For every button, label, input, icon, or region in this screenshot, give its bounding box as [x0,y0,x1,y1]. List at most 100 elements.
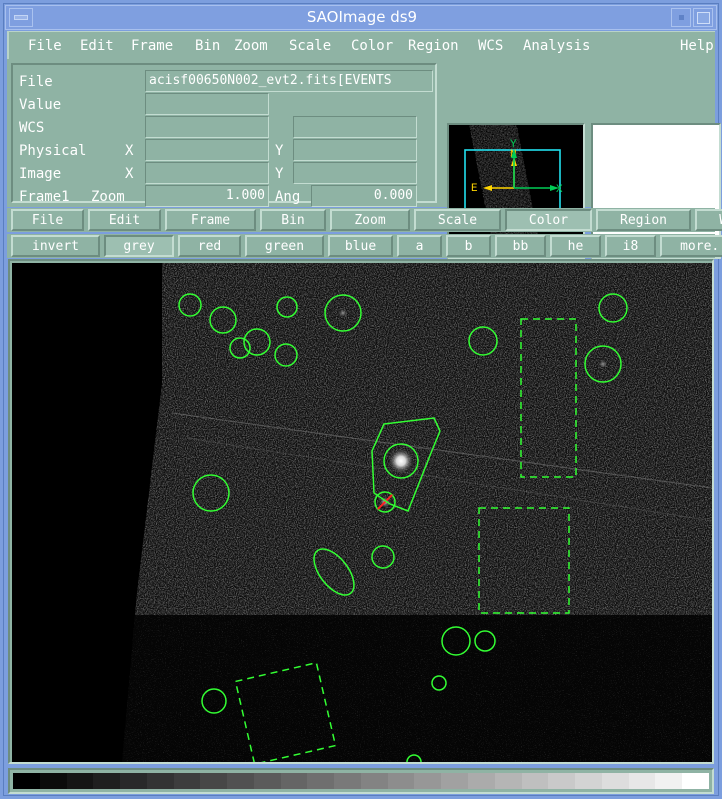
menu-bin[interactable]: Bin [190,36,225,56]
button-green[interactable]: green [245,235,324,257]
colorbar-step-20 [548,773,576,789]
info-label-image: Image [19,166,62,182]
colorbar-step-8 [227,773,254,789]
info-field-image[interactable] [145,162,269,184]
colorbar-step-23 [628,773,656,789]
info-field-ang[interactable]: 0.000 [311,185,417,207]
menu-color[interactable]: Color [346,36,398,56]
info-label-file: File [19,74,53,90]
menu-wcs[interactable]: WCS [473,36,508,56]
button-red[interactable]: red [178,235,241,257]
button-i8[interactable]: i8 [605,235,656,257]
menu-file[interactable]: File [23,36,67,56]
menu-zoom[interactable]: Zoom [229,36,273,56]
info-label-physical: Physical [19,143,87,159]
colorbar-step-17 [468,773,495,789]
button-zoom[interactable]: Zoom [330,209,410,231]
button-b[interactable]: b [446,235,491,257]
shade-icon [679,15,684,20]
button-bb[interactable]: bb [495,235,546,257]
image-canvas[interactable] [12,263,712,762]
colorbar-step-12 [334,773,361,789]
colorbar-step-3 [93,773,121,789]
window-title: SAOImage ds9 [306,8,418,26]
panner-y-axis-label: Y [510,139,517,151]
info-field-wcs-second[interactable] [293,116,417,138]
colorbar-step-10 [280,773,308,789]
button-row-primary: FileEditFrameBinZoomScaleColorRegionWCS [7,208,722,232]
button-scale[interactable]: Scale [414,209,501,231]
minimize-icon [14,15,28,20]
colorbar-step-5 [146,773,174,789]
info-field-image-y[interactable] [293,162,417,184]
menu-bar: File Edit Frame Bin Zoom Scale Color Region WCS A… [7,31,715,59]
info-field-physical[interactable] [145,139,269,161]
info-field-value[interactable] [145,93,269,115]
colorbar-step-2 [66,773,94,789]
colorbar-step-4 [120,773,147,789]
colorbar-step-0 [13,773,40,789]
minimize-button[interactable] [9,8,33,27]
button-more[interactable]: more... [660,235,722,257]
ds9-window: SAOImage ds9 File Edit Frame Bin Zoom Scale Co… [0,0,722,799]
button-frame[interactable]: Frame [165,209,256,231]
info-label-image-x: X [125,166,134,182]
info-label-image-y: Y [275,166,284,182]
maximize-button[interactable] [693,8,713,27]
info-field-file[interactable]: acisf00650N002_evt2.fits[EVENTS [145,70,433,92]
colorbar-step-14 [387,773,415,789]
button-invert[interactable]: invert [11,235,100,257]
button-blue[interactable]: blue [328,235,393,257]
info-label-wcs: WCS [19,120,45,136]
button-edit[interactable]: Edit [88,209,161,231]
info-label-zoom: Zoom [91,189,125,205]
colorbar-step-16 [441,773,469,789]
menu-help[interactable]: Help [675,36,719,56]
button-he[interactable]: he [550,235,601,257]
info-label-physical-x: X [125,143,134,159]
button-color[interactable]: Color [505,209,592,231]
info-panel-area: File acisf00650N002_evt2.fits[EVENTS Value… [7,59,721,280]
button-a[interactable]: a [397,235,442,257]
panner-east-label: E [471,183,478,195]
image-display [12,263,712,762]
menu-scale[interactable]: Scale [284,36,336,56]
button-region[interactable]: Region [596,209,691,231]
title-bar: SAOImage ds9 [5,5,717,30]
info-panel: File acisf00650N002_evt2.fits[EVENTS Value… [11,63,437,207]
info-label-value: Value [19,97,62,113]
colorbar-frame [8,768,714,794]
button-wcs[interactable]: WCS [695,209,722,231]
colorbar-step-1 [39,773,67,789]
colorbar-step-24 [655,773,683,789]
info-field-wcs[interactable] [145,116,269,138]
colorbar-step-18 [494,773,522,789]
colorbar-step-11 [307,773,335,789]
button-bin[interactable]: Bin [260,209,326,231]
info-label-ang: Ang [275,189,301,205]
colorbar-step-15 [414,773,442,789]
info-field-physical-y[interactable] [293,139,417,161]
panner-x-axis-label: X [556,184,563,196]
menu-region[interactable]: Region [403,36,464,56]
colorbar[interactable] [13,773,709,789]
info-label-physical-y: Y [275,143,284,159]
menu-frame[interactable]: Frame [126,36,178,56]
colorbar-step-13 [360,773,388,789]
shade-button[interactable] [671,8,691,27]
colorbar-step-25 [682,773,709,789]
button-grey[interactable]: grey [104,235,174,257]
info-field-zoom[interactable]: 1.000 [145,185,269,207]
info-label-frame1: Frame1 [19,189,70,205]
button-row-colormaps: invertgreyredgreenblueabbbhei8more... [7,234,722,258]
menu-analysis[interactable]: Analysis [518,36,595,56]
maximize-icon [697,12,710,24]
colorbar-step-21 [575,773,602,789]
button-file[interactable]: File [11,209,84,231]
image-frame [8,259,714,764]
colorbar-step-7 [200,773,228,789]
colorbar-step-22 [601,773,629,789]
colorbar-step-9 [253,773,281,789]
colorbar-step-6 [173,773,201,789]
menu-edit[interactable]: Edit [75,36,119,56]
